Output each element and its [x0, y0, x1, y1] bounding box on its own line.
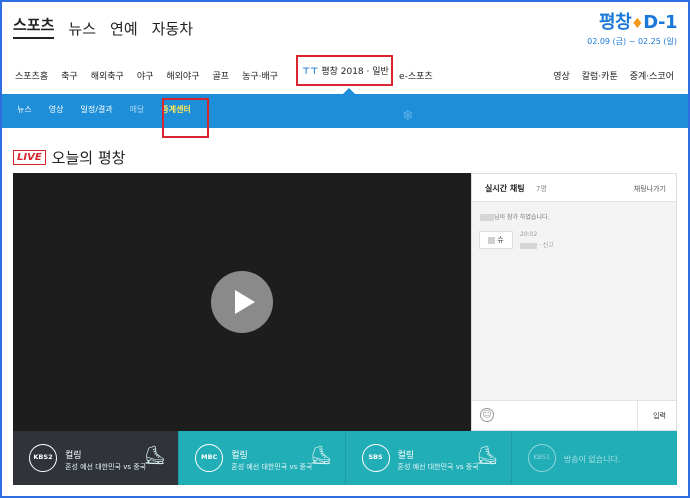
section-header: LIVE 오늘의 평창 [13, 147, 125, 168]
kbs1-logo-icon: KBS1 [527, 444, 556, 472]
subnav-pyeongchang-tab[interactable]: ⊤⊤ 평창 2018 · 일반 [296, 55, 393, 86]
subnav-column-cartoon[interactable]: 칼럼·카툰 [582, 69, 618, 82]
top-nav-sports[interactable]: 스포츠 [13, 14, 55, 39]
pc-menu-schedule[interactable]: 일정/결과 [80, 104, 112, 115]
chat-join-message: 님이 참가 하였습니다. [480, 212, 549, 221]
snowflake-icon: ❄ [402, 108, 414, 124]
top-nav-entertainment[interactable]: 연예 [110, 18, 138, 39]
chat-user-name: 슈 [497, 236, 504, 244]
brand-logo: 평창♦D-1 [587, 8, 677, 34]
subnav-basketball-volleyball[interactable]: 농구·배구 [242, 69, 278, 82]
channel-sport: 컬링 [397, 451, 415, 461]
subnav-broadcast-score[interactable]: 중계·스코어 [630, 69, 674, 82]
curling-icon: ⛸ [475, 445, 499, 466]
pc-menu-medal[interactable]: 메달 [130, 104, 145, 115]
brand-logo-text: 평창 [599, 12, 632, 33]
chat-input-divider [637, 401, 638, 431]
top-nav-news[interactable]: 뉴스 [68, 18, 96, 39]
channel-kbs1[interactable]: KBS1 방송이 없습니다. [510, 431, 677, 485]
channel-sport: 컬링 [231, 451, 248, 461]
chat-message-meta: · 신고 [520, 240, 554, 249]
chat-exit-button[interactable]: 채팅나가기 [634, 184, 666, 194]
top-nav-auto[interactable]: 자동차 [152, 18, 193, 39]
channel-mbc[interactable]: MBC 컬링 혼성 예선 대한민국 vs 중국 ⛸ [178, 431, 345, 485]
chat-join-text: 님이 참가 하였습니다. [494, 214, 550, 221]
subnav-sports-home[interactable]: 스포츠홈 [15, 69, 48, 82]
top-nav: 스포츠 뉴스 연예 자동차 [13, 14, 193, 39]
subnav-world-baseball[interactable]: 해외야구 [166, 69, 199, 82]
subnav-golf[interactable]: 골프 [213, 69, 230, 82]
chat-header: 실시간 채팅 7명 채팅나가기 [472, 174, 676, 202]
pc-menu-video[interactable]: 영상 [49, 104, 64, 115]
chat-message-user[interactable]: 슈 [479, 231, 513, 249]
chat-report-link[interactable]: · 신고 [539, 242, 554, 249]
channel-sbs[interactable]: SBS 컬링 혼성 예선 대한민국 vs 중국 ⛸ [344, 431, 511, 485]
highlight-broadcast-center [162, 98, 209, 138]
kbs2-logo-icon: KBS2 [29, 444, 57, 472]
avatar [488, 236, 496, 244]
chat-title: 실시간 채팅 [485, 184, 525, 193]
live-badge: LIVE [13, 150, 46, 165]
subnav-baseball[interactable]: 야구 [137, 69, 154, 82]
chat-message-time: 20:02 [520, 231, 538, 238]
play-button[interactable] [211, 271, 273, 333]
subnav-video[interactable]: 영상 [553, 69, 570, 82]
live-chat-panel: 실시간 채팅 7명 채팅나가기 님이 참가 하였습니다. 슈 20:02 · 신… [471, 173, 677, 431]
channel-no-broadcast: 방송이 없습니다. [563, 455, 621, 464]
emoji-icon[interactable]: ☺ [480, 408, 494, 422]
video-player[interactable] [13, 173, 471, 431]
channel-kbs2[interactable]: KBS2 컬링 혼성 예선 대한민국 vs 중국 ⛸ [13, 431, 179, 485]
blurred-message [520, 242, 537, 249]
channel-list: KBS2 컬링 혼성 예선 대한민국 vs 중국 ⛸ MBC 컬링 혼성 예선 … [13, 431, 677, 485]
pc-menu-news[interactable]: 뉴스 [17, 104, 32, 115]
curling-icon: ⛸ [309, 445, 333, 466]
chat-user-count: 7명 [536, 185, 547, 193]
curling-icon: ⛸ [143, 445, 166, 466]
pyeongchang-brand[interactable]: 평창♦D-1 02.09 (금) ~ 02.25 (일) [587, 8, 677, 47]
torch-icon: ♦ [631, 16, 644, 32]
channel-sport: 컬링 [65, 451, 82, 461]
chat-input-bar: ☺ 입력 [472, 400, 676, 431]
pyeongchang-menu-bar: 뉴스 영상 일정/결과 메달 중계센터 ❄ [2, 94, 688, 128]
mbc-logo-icon: MBC [195, 444, 224, 472]
section-title: 오늘의 평창 [51, 149, 126, 167]
sbs-logo-icon: SBS [361, 444, 390, 472]
subnav-soccer[interactable]: 축구 [61, 69, 78, 82]
chat-send-button[interactable]: 입력 [653, 411, 666, 421]
pyeongchang-emblem-icon: ⊤⊤ [302, 67, 319, 77]
brand-dday: D-1 [643, 12, 677, 33]
brand-dates: 02.09 (금) ~ 02.25 (일) [587, 37, 677, 46]
subnav-world-soccer[interactable]: 해외축구 [91, 69, 124, 82]
blurred-username [480, 214, 494, 221]
play-icon [235, 290, 255, 314]
pyeongchang-tab-label: 평창 2018 · 일반 [321, 67, 389, 77]
subnav-esports[interactable]: e-스포츠 [399, 69, 433, 82]
